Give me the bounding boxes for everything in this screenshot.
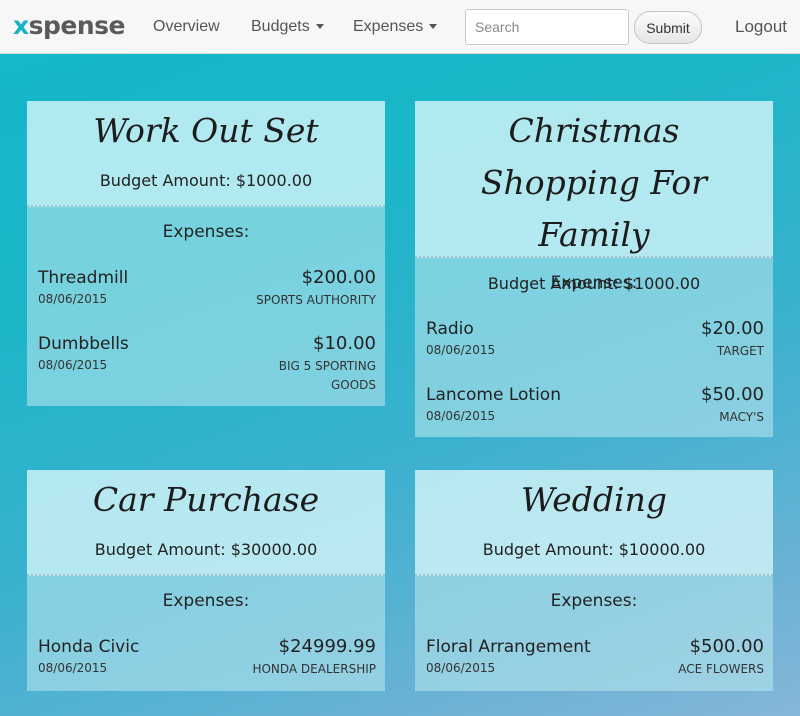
search-input[interactable]	[465, 9, 629, 45]
budget-amount: Budget Amount: $10000.00	[482, 540, 706, 559]
expense-vendor: SPORTS AUTHORITY	[256, 293, 376, 307]
submit-button[interactable]: Submit	[634, 11, 702, 44]
expense-date: 08/06/2015	[426, 343, 496, 357]
expense-amount: $50.00	[701, 384, 764, 405]
expense-amount: $200.00	[301, 267, 376, 288]
brand-logo-x: x	[13, 11, 29, 40]
expenses-label: Expenses:	[162, 222, 250, 242]
budget-card[interactable]: Work Out Set Budget Amount: $1000.00 Exp…	[27, 101, 385, 406]
expense-amount: $10.00	[313, 333, 376, 354]
expense-name: Dumbbells	[38, 334, 129, 354]
budget-card-header: Christmas Shopping For Family Budget Amo…	[415, 101, 773, 293]
expense-vendor: TARGET	[716, 344, 764, 358]
expense-item[interactable]: Floral Arrangement $500.00 08/06/2015 AC…	[415, 636, 773, 702]
expense-vendor: MACY'S	[719, 410, 764, 424]
expense-item[interactable]: Threadmill $200.00 08/06/2015 SPORTS AUT…	[27, 267, 385, 333]
expenses-label: Expenses:	[162, 591, 250, 611]
nav-expenses-dropdown[interactable]: Expenses	[353, 16, 438, 38]
budget-card[interactable]: Car Purchase Budget Amount: $30000.00 Ex…	[27, 470, 385, 691]
expense-date: 08/06/2015	[426, 661, 496, 675]
caret-down-icon	[315, 24, 324, 30]
expense-item[interactable]: Honda Civic $24999.99 08/06/2015 HONDA D…	[27, 636, 385, 702]
expense-name: Lancome Lotion	[426, 385, 561, 405]
expense-vendor: HONDA DEALERSHIP	[252, 662, 376, 676]
expenses-section: Expenses: Honda Civic $24999.99 08/06/20…	[27, 576, 385, 691]
budget-title: Car Purchase	[92, 480, 320, 519]
expense-item[interactable]: Radio $20.00 08/06/2015 TARGET	[415, 318, 773, 384]
expense-date: 08/06/2015	[38, 358, 108, 372]
expenses-section: Expenses: Threadmill $200.00 08/06/2015 …	[27, 207, 385, 406]
nav-budgets-dropdown[interactable]: Budgets	[251, 16, 324, 38]
nav-expenses-label: Expenses	[353, 18, 424, 35]
expense-name: Honda Civic	[38, 637, 140, 657]
expense-vendor: BIG 5 SPORTING GOODS	[278, 359, 376, 392]
budget-title: Work Out Set	[93, 111, 319, 150]
budget-amount: Budget Amount: $30000.00	[94, 540, 318, 559]
budget-card-header: Wedding Budget Amount: $10000.00	[415, 470, 773, 576]
navbar: xspense Overview Budgets Expenses Submit…	[0, 0, 800, 54]
budget-amount: Budget Amount: $1000.00	[99, 171, 313, 190]
budget-card[interactable]: Wedding Budget Amount: $10000.00 Expense…	[415, 470, 773, 691]
nav-budgets-label: Budgets	[251, 18, 310, 35]
budget-card-header: Work Out Set Budget Amount: $1000.00	[27, 101, 385, 207]
expense-vendor: ACE FLOWERS	[678, 662, 764, 676]
brand-logo[interactable]: xspense	[13, 10, 126, 42]
brand-logo-text: spense	[28, 11, 126, 40]
expenses-section: Expenses: Radio $20.00 08/06/2015 TARGET…	[415, 258, 773, 437]
expense-name: Threadmill	[38, 268, 129, 288]
expense-name: Radio	[426, 319, 474, 339]
expenses-label: Expenses:	[550, 273, 638, 293]
expenses-label: Expenses:	[550, 591, 638, 611]
caret-down-icon	[429, 24, 438, 30]
budget-title: Christmas Shopping For Family	[480, 111, 708, 254]
budget-title: Wedding	[521, 480, 667, 519]
expense-item[interactable]: Lancome Lotion $50.00 08/06/2015 MACY'S	[415, 384, 773, 450]
expense-name: Floral Arrangement	[426, 637, 591, 657]
expense-amount: $24999.99	[278, 636, 376, 657]
expenses-section: Expenses: Floral Arrangement $500.00 08/…	[415, 576, 773, 691]
expense-item[interactable]: Dumbbells $10.00 08/06/2015 BIG 5 SPORTI…	[27, 333, 385, 399]
budget-card-header: Car Purchase Budget Amount: $30000.00	[27, 470, 385, 576]
expense-amount: $20.00	[701, 318, 764, 339]
nav-logout[interactable]: Logout	[735, 16, 787, 38]
budget-card[interactable]: Christmas Shopping For Family Budget Amo…	[415, 101, 773, 437]
expense-date: 08/06/2015	[426, 409, 496, 423]
nav-overview[interactable]: Overview	[153, 16, 220, 38]
expense-amount: $500.00	[689, 636, 764, 657]
expense-date: 08/06/2015	[38, 292, 108, 306]
expense-date: 08/06/2015	[38, 661, 108, 675]
